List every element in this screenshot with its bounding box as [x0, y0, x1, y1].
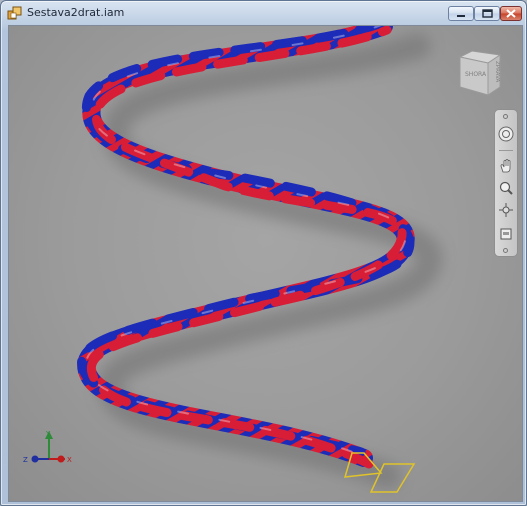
look-at-button[interactable]: [495, 224, 517, 244]
magnifier-icon: [499, 181, 513, 195]
window-title: Sestava2drat.iam: [27, 6, 125, 19]
triad-y-label: Y: [45, 430, 51, 438]
coordinate-triad: Y Z X: [23, 430, 72, 464]
pan-button[interactable]: [495, 156, 517, 176]
maximize-button[interactable]: [474, 6, 500, 21]
hand-icon: [500, 159, 511, 173]
navigation-bar: [494, 109, 518, 257]
orbit-icon: [499, 203, 513, 217]
twisted-wire-model[interactable]: [9, 26, 522, 501]
minimize-button[interactable]: [448, 6, 474, 21]
zoom-button[interactable]: [495, 178, 517, 198]
viewcube-top-label[interactable]: SHORA: [465, 71, 487, 78]
assembly-icon: [7, 6, 22, 20]
minimize-icon: [457, 15, 465, 17]
navbar-options[interactable]: [503, 248, 508, 253]
orbit-button[interactable]: [495, 200, 517, 220]
viewcube-right-label[interactable]: ZPRAVA: [494, 61, 500, 83]
navbar-separator: [499, 150, 513, 151]
viewcube[interactable]: SHORA ZPRAVA: [456, 49, 506, 99]
triad-z-label: Z: [23, 456, 28, 464]
steering-wheel-button[interactable]: [495, 124, 517, 144]
title-bar[interactable]: Sestava2drat.iam: [1, 1, 526, 25]
maximize-icon: [482, 9, 493, 18]
look-at-icon: [500, 228, 512, 240]
close-icon: [506, 9, 516, 18]
triad-x-label: X: [67, 456, 72, 464]
wire-bundle[interactable]: [77, 26, 415, 467]
steering-wheel-icon: [498, 126, 514, 142]
graphics-viewport[interactable]: SHORA ZPRAVA Y Z X: [8, 25, 523, 502]
navbar-grip[interactable]: [503, 114, 508, 119]
close-button[interactable]: [500, 6, 522, 21]
document-window: Sestava2drat.iam SHORA ZPRAVA Y Z X: [0, 0, 527, 506]
